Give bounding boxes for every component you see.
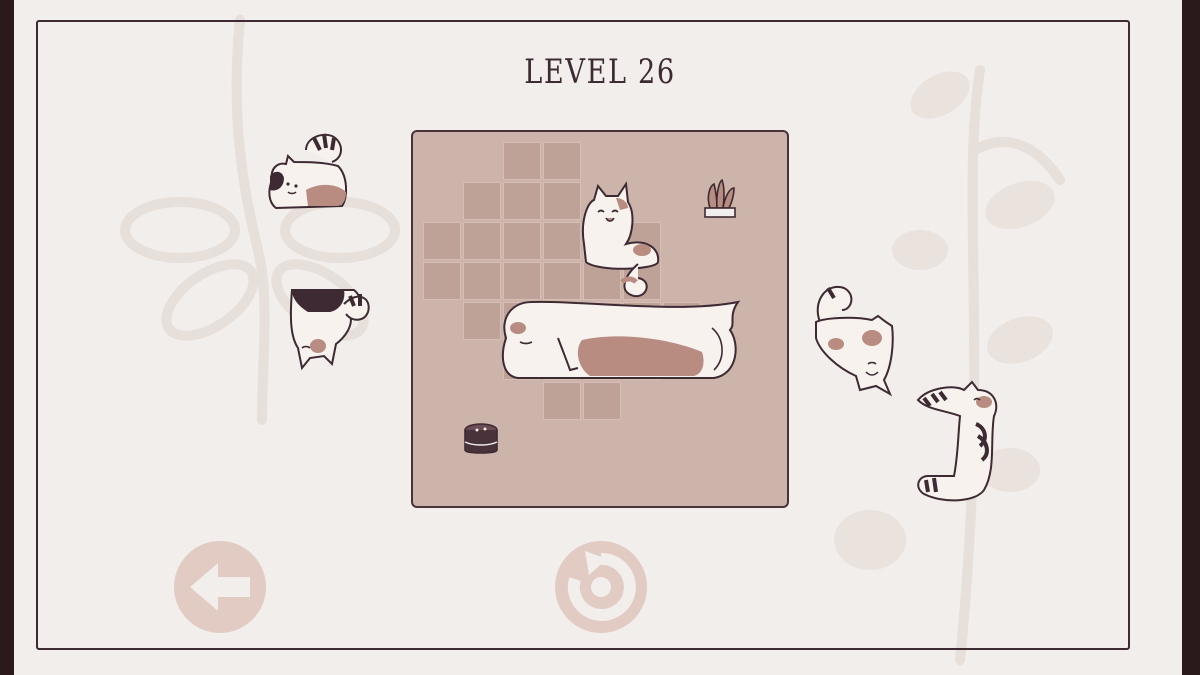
board-cell[interactable] xyxy=(503,262,541,300)
basket-icon xyxy=(461,420,501,460)
board-cell[interactable] xyxy=(543,142,581,180)
potted-plant-icon xyxy=(700,178,740,222)
board-cell[interactable] xyxy=(463,222,501,260)
calico-cat-sitting-left[interactable] xyxy=(266,132,350,212)
board-cell[interactable] xyxy=(543,382,581,420)
back-button[interactable] xyxy=(174,541,266,633)
restart-icon xyxy=(567,551,636,621)
board-cell[interactable] xyxy=(463,262,501,300)
board-cell[interactable] xyxy=(543,222,581,260)
board-cell[interactable] xyxy=(543,262,581,300)
calico-cat-sitting-on-board[interactable] xyxy=(578,180,664,300)
board-cell[interactable] xyxy=(503,142,541,180)
black-white-cat-curled[interactable] xyxy=(288,286,372,371)
board-cell[interactable] xyxy=(423,222,461,260)
board-cell[interactable] xyxy=(503,222,541,260)
restart-button[interactable] xyxy=(555,541,647,633)
board-cell[interactable] xyxy=(543,182,581,220)
board-cell[interactable] xyxy=(503,182,541,220)
board-cell[interactable] xyxy=(583,382,621,420)
striped-cat-stretching-right[interactable] xyxy=(914,380,1000,504)
long-loaf-cat-on-board[interactable] xyxy=(498,298,742,380)
board-cell[interactable] xyxy=(463,302,501,340)
arrow-left-icon xyxy=(190,563,250,611)
board-cell[interactable] xyxy=(423,262,461,300)
board-cell[interactable] xyxy=(463,182,501,220)
calico-cat-curled-right[interactable] xyxy=(812,282,896,400)
